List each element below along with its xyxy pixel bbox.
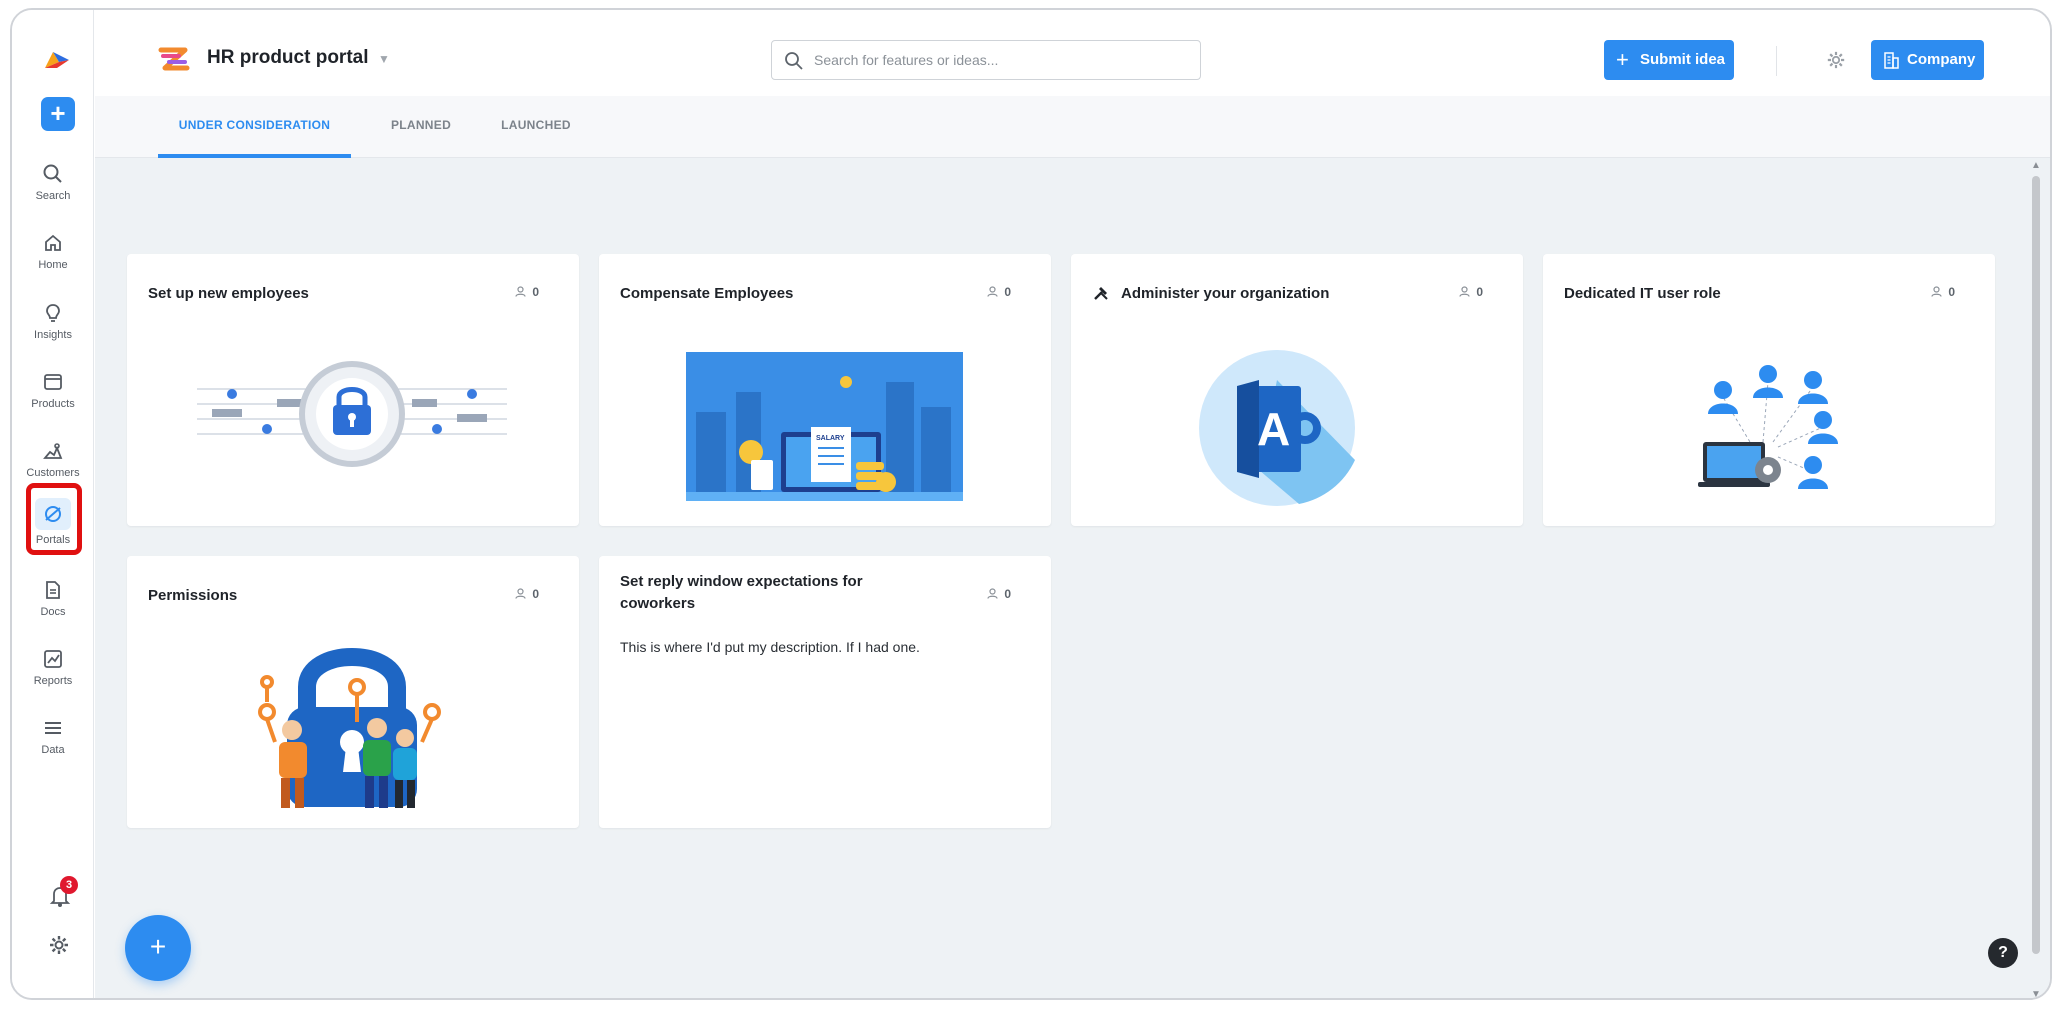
rail-item-insights[interactable]: Insights	[12, 296, 94, 360]
vote-count: 0	[987, 587, 1011, 601]
ideas-board: Set up new employees 0 Compensate Employ…	[95, 158, 2050, 998]
submit-idea-label: Submit idea	[1640, 51, 1726, 68]
rail-label: Portals	[35, 534, 71, 546]
portal-header: HR product portal ▼ + Submit idea Compan…	[95, 10, 2050, 96]
search-icon	[43, 164, 62, 183]
padlock-circuit-illustration	[197, 361, 507, 467]
idea-card[interactable]: Set up new employees 0	[127, 254, 579, 526]
card-description: This is where I'd put my description. If…	[620, 639, 920, 655]
svg-text:SALARY: SALARY	[816, 435, 845, 442]
active-indicator	[35, 498, 71, 530]
company-button[interactable]: Company	[1871, 40, 1984, 80]
portal-icon	[45, 506, 61, 522]
user-icon	[515, 286, 526, 297]
vertical-scrollbar[interactable]: ▲ ▼	[2030, 160, 2042, 998]
rail-label: Data	[41, 744, 65, 756]
rail-item-portals[interactable]: Portals	[12, 498, 94, 562]
salary-illustration: SALARY	[686, 352, 963, 501]
vote-number: 0	[1004, 587, 1011, 601]
card-title: Set reply window expectations for cowork…	[620, 573, 863, 612]
add-fab-button[interactable]: +	[125, 915, 191, 981]
idea-card[interactable]: Dedicated IT user role 0	[1543, 254, 1995, 526]
vote-count: 0	[515, 587, 539, 601]
left-rail: + Search Home Insights Products Customer…	[12, 10, 94, 998]
rail-label: Search	[35, 190, 71, 202]
rail-item-docs[interactable]: Docs	[12, 573, 94, 637]
building-icon	[1884, 52, 1899, 69]
keys-lock-illustration	[258, 648, 441, 808]
window-icon	[44, 374, 62, 390]
tab-launched[interactable]: LAUNCHED	[491, 96, 581, 158]
svg-text:A: A	[1257, 403, 1290, 455]
scroll-up-arrow-icon[interactable]: ▲	[2031, 160, 2041, 171]
rail-label: Insights	[34, 329, 72, 341]
rail-label: Reports	[33, 675, 73, 687]
rail-item-home[interactable]: Home	[12, 226, 94, 290]
network-users-illustration	[1698, 365, 1838, 489]
idea-card[interactable]: Permissions 0	[127, 556, 579, 828]
user-icon	[515, 588, 526, 599]
card-title: Compensate Employees	[620, 285, 794, 302]
lightbulb-icon	[46, 304, 60, 322]
user-icon	[987, 588, 998, 599]
vote-count: 0	[987, 285, 1011, 299]
tab-under-consideration[interactable]: UNDER CONSIDERATION	[158, 96, 351, 158]
header-divider	[1776, 46, 1777, 76]
menu-icon	[45, 722, 61, 734]
app-window: + Search Home Insights Products Customer…	[10, 8, 2052, 1000]
card-title: Administer your organization	[1121, 285, 1330, 302]
scrollbar-thumb[interactable]	[2032, 176, 2040, 954]
search-icon	[785, 52, 803, 70]
help-button[interactable]: ?	[1988, 938, 2018, 968]
vote-count: 0	[1931, 285, 1955, 299]
rail-label: Docs	[40, 606, 66, 618]
rail-item-reports[interactable]: Reports	[12, 642, 94, 706]
vote-number: 0	[1476, 285, 1483, 299]
card-title: Permissions	[148, 587, 238, 604]
doc-icon	[46, 581, 60, 599]
chevron-down-icon[interactable]: ▼	[378, 52, 390, 66]
scroll-down-arrow-icon[interactable]: ▼	[2031, 989, 2041, 998]
rail-label: Customers	[26, 467, 80, 479]
vote-number: 0	[532, 285, 539, 299]
rail-label: Home	[38, 259, 68, 271]
vote-number: 0	[532, 587, 539, 601]
portal-title[interactable]: HR product portal	[207, 47, 369, 69]
idea-card[interactable]: Set reply window expectations for cowork…	[599, 556, 1051, 828]
company-label: Company	[1907, 51, 1976, 68]
gear-icon[interactable]	[48, 934, 70, 956]
vote-count: 0	[515, 285, 539, 299]
vote-number: 0	[1948, 285, 1955, 299]
notification-badge: 3	[60, 876, 78, 894]
search-input[interactable]	[814, 49, 1184, 71]
home-icon	[45, 234, 61, 251]
create-button[interactable]: +	[41, 97, 75, 131]
settings-gear-icon[interactable]	[1826, 50, 1846, 70]
rail-label: Products	[31, 398, 75, 410]
customers-icon	[43, 443, 63, 459]
submit-idea-button[interactable]: + Submit idea	[1604, 40, 1734, 80]
tab-planned[interactable]: PLANNED	[376, 96, 466, 158]
tools-icon	[1094, 287, 1108, 300]
chart-icon	[44, 650, 62, 668]
rail-item-data[interactable]: Data	[12, 711, 94, 775]
status-tabs: UNDER CONSIDERATION PLANNED LAUNCHED	[95, 96, 2050, 158]
search-box[interactable]	[771, 40, 1201, 80]
idea-card[interactable]: Administer your organization 0 A	[1071, 254, 1523, 526]
card-title: Set up new employees	[148, 285, 309, 302]
rail-item-customers[interactable]: Customers	[12, 434, 94, 498]
vote-number: 0	[1004, 285, 1011, 299]
plus-icon: +	[1616, 47, 1629, 72]
user-icon	[1931, 286, 1942, 297]
card-title: Dedicated IT user role	[1564, 285, 1721, 302]
aha-logo-icon[interactable]	[43, 50, 71, 70]
idea-card[interactable]: Compensate Employees 0 SALARY	[599, 254, 1051, 526]
portal-logo-icon	[158, 47, 190, 71]
rail-item-products[interactable]: Products	[12, 365, 94, 429]
user-icon	[1459, 286, 1470, 297]
user-icon	[987, 286, 998, 297]
access-app-icon: A	[1199, 350, 1355, 506]
vote-count: 0	[1459, 285, 1483, 299]
rail-item-search[interactable]: Search	[12, 157, 94, 221]
